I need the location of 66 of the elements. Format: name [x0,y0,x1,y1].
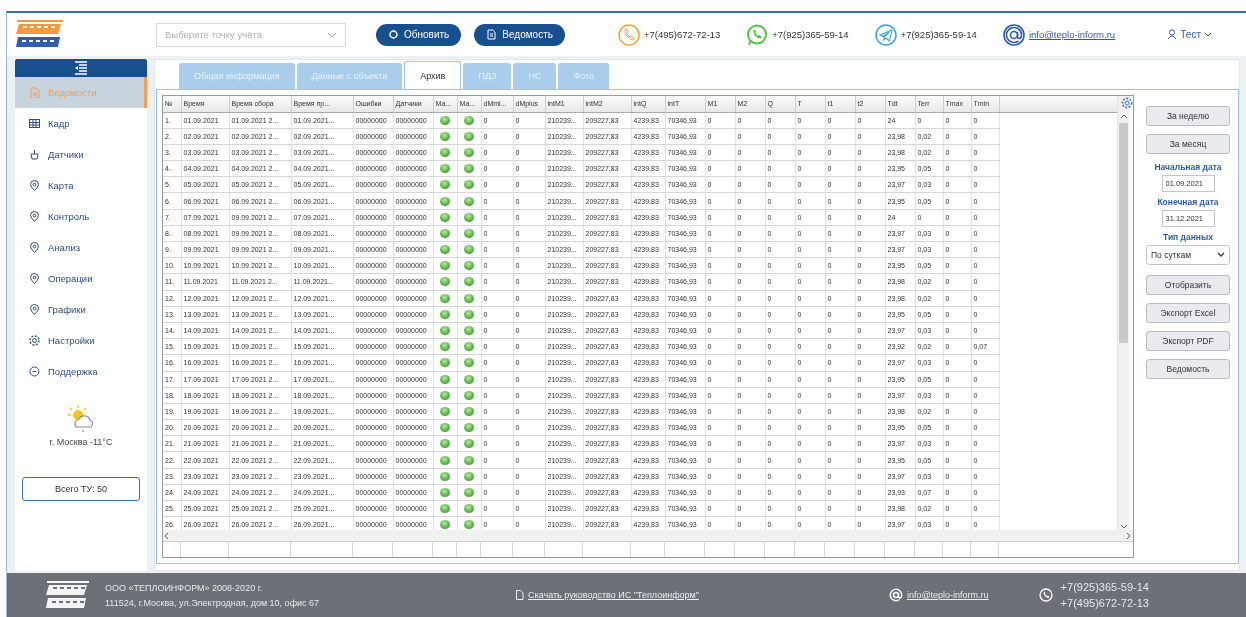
weather-text: г. Москва -11°C [49,437,113,447]
action-button[interactable]: Экспорт PDF [1146,331,1230,351]
refresh-button[interactable]: Обновить [376,23,462,46]
user-menu[interactable]: Тест [1161,28,1218,41]
location-pin-icon [29,211,40,222]
at-sign-icon [1002,23,1025,46]
action-button[interactable]: Отобразить [1146,275,1230,295]
weather-icon [66,403,96,433]
phone-icon [617,23,640,46]
sidebar-item[interactable]: Поддержка [15,356,147,387]
company-name: ООО «ТЕПЛОИНФОРМ» 2008-2020 г. [105,582,264,593]
action-button[interactable]: Экспорт Excel [1146,303,1230,323]
scroll-right-icon [1125,531,1133,540]
phone-number: +7(925)365-59-14 [900,29,977,40]
scroll-left-icon [163,531,171,540]
whatsapp-icon [746,23,769,46]
total-count-button[interactable]: Всего ТУ: 50 [22,477,140,501]
phone-number: +7(925)365-59-14 [1060,581,1149,593]
scroll-down-icon [1119,524,1128,530]
manual-download-link[interactable]: Скачать руководство ИС "Теплоинформ" [515,590,699,600]
vertical-scrollbar[interactable] [1117,96,1129,530]
sidebar-item[interactable]: Операции [15,263,147,294]
paper-plane-icon [874,23,897,46]
location-pin-icon [29,180,40,191]
document-icon [29,87,40,98]
tab[interactable]: Архив [404,61,462,89]
location-pin-icon [29,242,40,253]
location-pin-icon [29,304,40,315]
user-icon [1167,29,1178,40]
sidebar-item[interactable]: Датчики [15,139,147,170]
action-button[interactable]: За неделю [1146,106,1230,126]
company-logo [45,580,91,610]
email-link[interactable]: info@teplo-inform.ru [906,590,989,600]
at-sign-icon [888,588,903,602]
collapse-menu-icon [74,61,88,75]
data-type-select[interactable]: По суткам [1146,245,1230,265]
settings-icon [29,335,40,346]
sidebar-item[interactable]: Анализ [15,232,147,263]
horizontal-scrollbar[interactable] [163,530,1133,541]
location-pin-icon [29,273,40,284]
document-icon [486,29,498,40]
chevron-down-icon [1217,252,1225,258]
phone-number: +7(495)672-72-13 [1060,597,1149,609]
field-label: Начальная дата [1154,162,1222,172]
field-label: Тип данных [1163,232,1213,242]
email-link[interactable]: info@teplo-inform.ru [1028,29,1116,40]
chevron-down-icon [1204,31,1212,38]
sidebar-item[interactable]: Настройки [15,325,147,356]
sidebar-item[interactable]: Кадр [15,108,147,139]
phone-number: +7(925)365-59-14 [772,29,849,40]
phone-number: +7(495)672-72-13 [643,29,721,40]
company-address: 111524, г.Москва, ул.Электродная, дом 10, офис 67 [105,597,321,608]
table-icon [29,118,40,129]
scroll-up-icon [1119,113,1128,119]
settings-icon[interactable] [1121,97,1133,109]
sidebar-toggle[interactable] [15,59,147,77]
action-button[interactable]: За месяц [1146,134,1230,154]
action-button[interactable]: Ведомость [1146,359,1230,379]
document-icon [515,590,524,600]
phone-icon [1038,588,1053,602]
report-button[interactable]: Ведомость [474,23,565,46]
field-label: Конечная дата [1157,197,1219,207]
sidebar-item[interactable]: Контроль [15,201,147,232]
sidebar-item[interactable]: Графики [15,294,147,325]
sidebar-item[interactable]: Карта [15,170,147,201]
chevron-down-icon [327,30,337,39]
